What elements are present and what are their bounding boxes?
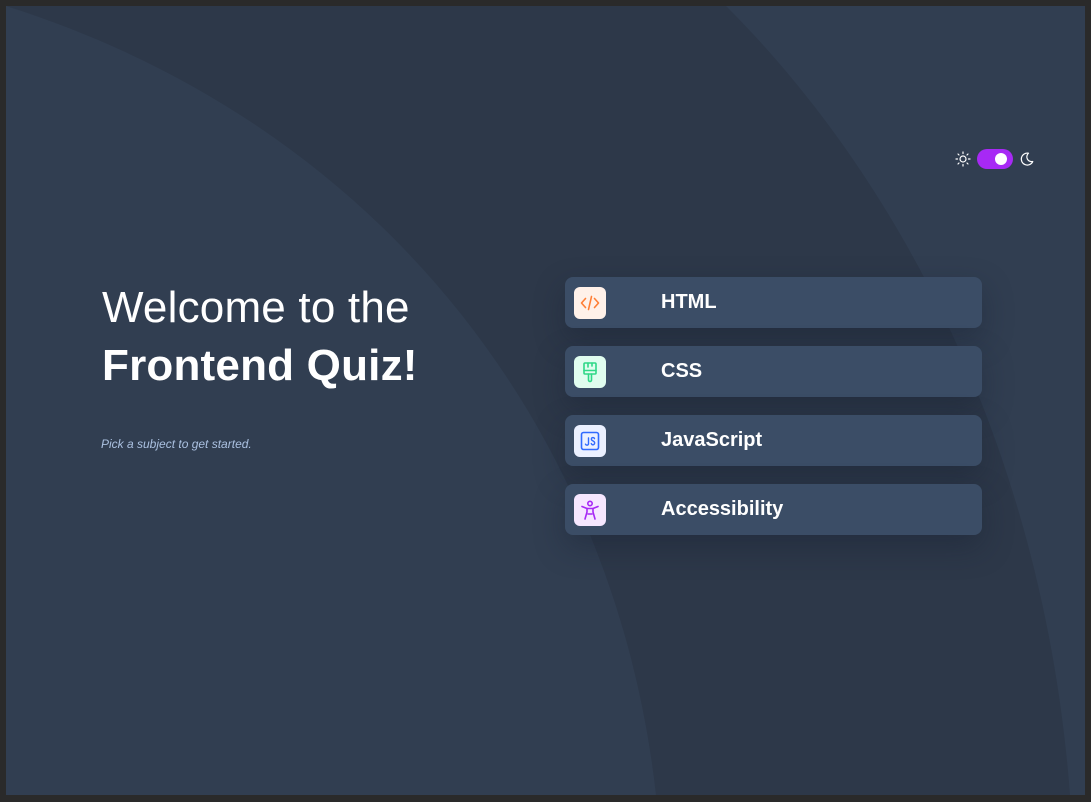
subject-option-javascript[interactable]: JavaScript bbox=[565, 415, 982, 466]
subject-label: JavaScript bbox=[661, 429, 763, 451]
css-badge bbox=[574, 355, 606, 388]
subject-label: CSS bbox=[661, 360, 703, 382]
app-window: Welcome to the Frontend Quiz! Pick a sub… bbox=[6, 6, 1085, 795]
subject-list: HTML CSS JavaScript Accessibility bbox=[565, 277, 982, 553]
subject-label: HTML bbox=[661, 291, 717, 313]
js-icon bbox=[580, 431, 600, 450]
accessibility-icon bbox=[581, 499, 599, 520]
title-line-1: Welcome to the bbox=[102, 283, 410, 332]
html-badge bbox=[574, 286, 606, 319]
subject-option-html[interactable]: HTML bbox=[565, 277, 982, 328]
subject-option-css[interactable]: CSS bbox=[565, 346, 982, 397]
theme-switch-knob bbox=[995, 153, 1007, 165]
moon-icon bbox=[1019, 151, 1035, 167]
subject-label: Accessibility bbox=[661, 498, 784, 520]
accessibility-badge bbox=[574, 493, 606, 526]
theme-switch[interactable] bbox=[977, 149, 1013, 169]
code-icon bbox=[580, 295, 600, 310]
title-line-2: Frontend Quiz! bbox=[102, 341, 418, 390]
theme-toggle bbox=[955, 149, 1035, 169]
page-title: Welcome to the Frontend Quiz! bbox=[102, 279, 418, 395]
subject-option-accessibility[interactable]: Accessibility bbox=[565, 484, 982, 535]
paintbrush-icon bbox=[583, 361, 597, 382]
subtitle: Pick a subject to get started. bbox=[101, 437, 252, 451]
javascript-badge bbox=[574, 424, 606, 457]
sun-icon bbox=[955, 151, 971, 167]
